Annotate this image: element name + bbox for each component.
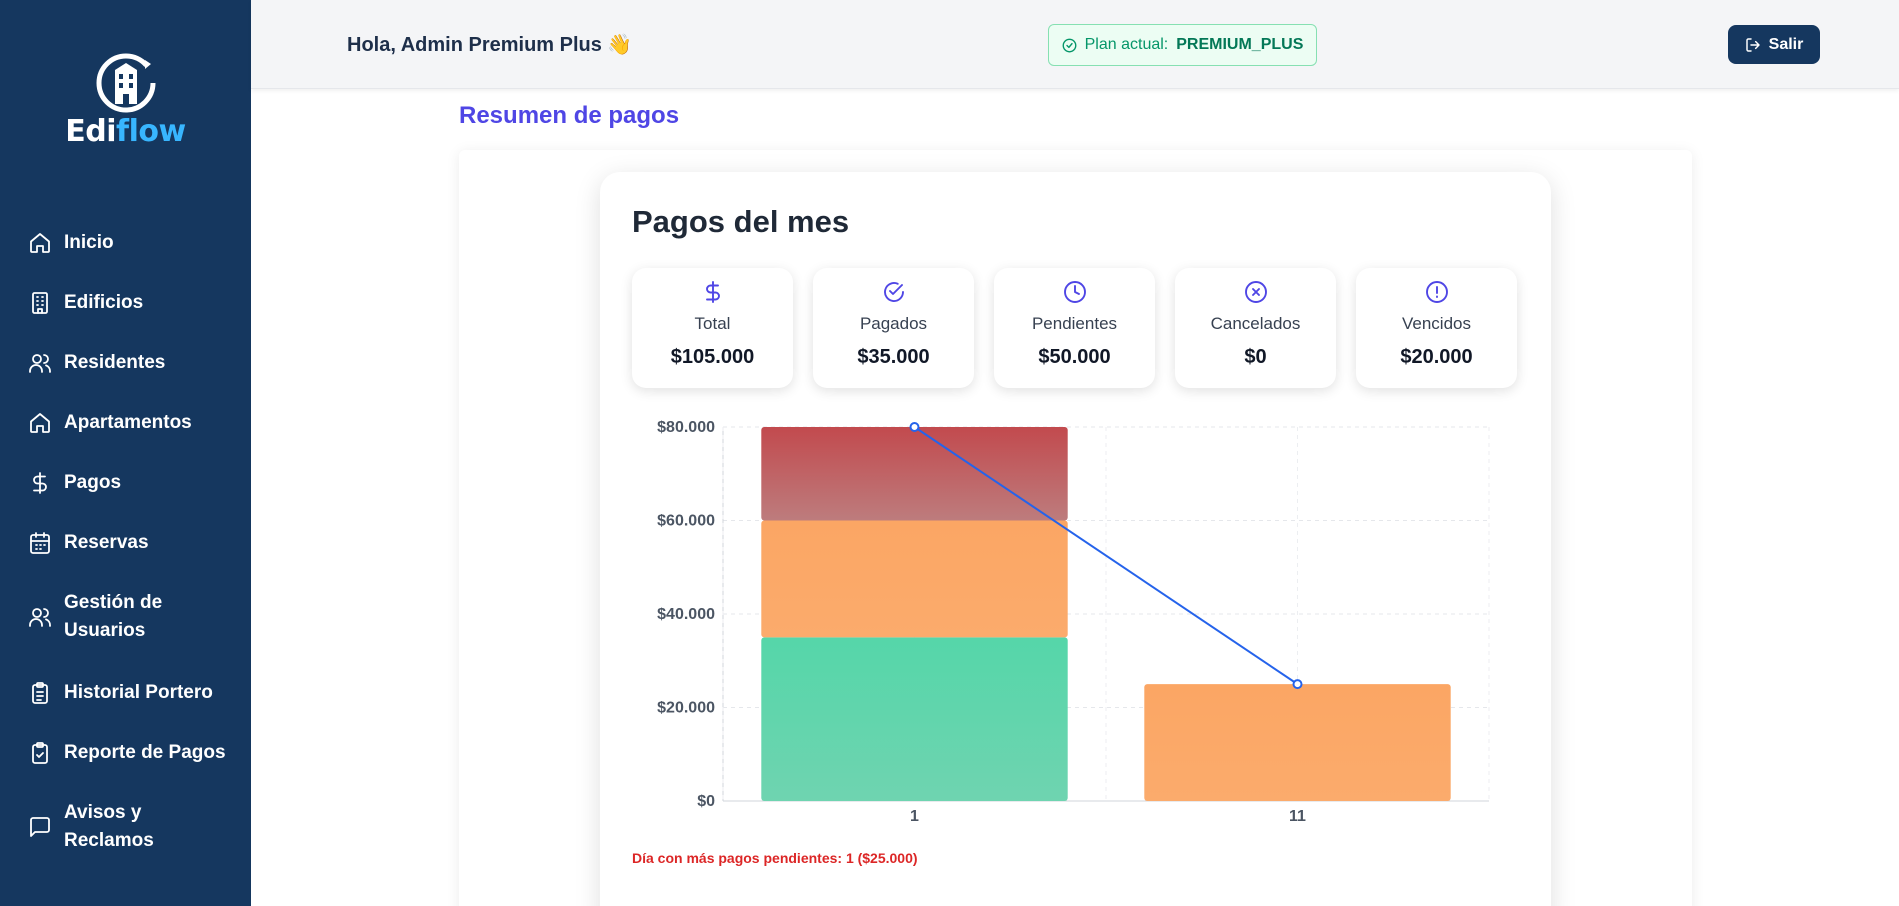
sidebar-item-reporte-pagos[interactable]: Reporte de Pagos: [28, 739, 226, 767]
logo[interactable]: Ediflow: [0, 50, 251, 149]
home-icon: [30, 233, 50, 253]
stat-card-cancelados: Cancelados $0: [1175, 268, 1336, 388]
plan-label: Plan actual:: [1084, 36, 1169, 53]
building-logo-icon: [96, 53, 155, 113]
sidebar-item-label: Pagos: [64, 472, 122, 493]
sidebar-item-label: Apartamentos: [64, 412, 192, 433]
sidebar-item-label: Edificios: [64, 292, 144, 313]
top-header: Hola, Admin Premium Plus 👋 Plan actual: P…: [251, 0, 1899, 89]
greeting-text: Hola, Admin Premium Plus 👋: [347, 34, 633, 56]
sidebar-item-label: Reservas: [64, 532, 149, 553]
bar-segment-overdue[interactable]: [761, 427, 1068, 521]
payments-chart: $0$20.000$40.000$60.000$80.0001 11: [657, 419, 1490, 825]
stat-label: Pendientes: [1031, 314, 1118, 333]
sidebar-item-reservas[interactable]: Reservas: [28, 529, 149, 557]
sidebar-item-label: Avisos y Reclamos: [64, 802, 154, 851]
stat-label: Vencidos: [1402, 314, 1471, 333]
stat-value: $50.000: [1038, 346, 1111, 368]
line-series-point[interactable]: [909, 422, 920, 432]
sidebar-item-label: Historial Portero: [64, 682, 213, 703]
check-circle-icon: [884, 282, 904, 302]
sidebar-item-label: Residentes: [64, 352, 166, 373]
logout-button[interactable]: Salir: [1728, 25, 1820, 64]
message-icon: [30, 817, 50, 837]
users-icon: [29, 608, 51, 627]
sidebar-item-inicio[interactable]: Inicio: [28, 229, 114, 257]
clipboard-check-icon: [32, 742, 48, 764]
x-circle-icon: [1245, 281, 1267, 303]
logo-wordmark: Ediflow: [0, 114, 251, 149]
logout-label: Salir: [1768, 35, 1804, 53]
stat-label: Cancelados: [1210, 314, 1301, 333]
bar-segment-pending[interactable]: [761, 520, 1068, 638]
sidebar-item-pagos[interactable]: Pagos: [28, 469, 121, 497]
stat-card-vencidos: Vencidos $20.000: [1356, 268, 1517, 388]
users-icon: [29, 354, 51, 373]
clipboard-icon: [32, 682, 48, 704]
y-tick-label: $20.000: [657, 700, 715, 717]
bar-segment-pending[interactable]: [1144, 684, 1451, 801]
sidebar-item-apartamentos[interactable]: Apartamentos: [28, 409, 192, 437]
home-icon: [30, 413, 50, 433]
logout-icon: [1745, 37, 1760, 52]
card-title: Pagos del mes: [632, 204, 850, 239]
sidebar-item-avisos-reclamos[interactable]: Avisos y Reclamos: [28, 799, 174, 855]
line-series-point[interactable]: [1292, 679, 1303, 690]
stat-value: $0: [1244, 346, 1267, 368]
stat-label: Pagados: [859, 314, 928, 333]
sidebar: Ediflow Inicio Edificios Residentes Apar…: [0, 0, 251, 906]
x-tick-label: 1: [910, 808, 919, 825]
x-tick-label: 11: [1289, 808, 1306, 825]
stat-value: $20.000: [1400, 346, 1473, 368]
sidebar-item-label: Inicio: [64, 232, 114, 253]
logo-text-primary: Edi: [65, 114, 117, 149]
pending-note: Día con más pagos pendientes: 1 ($25.000…: [632, 850, 918, 866]
plan-badge: Plan actual: PREMIUM_PLUS: [1048, 24, 1317, 66]
sidebar-item-label: Reporte de Pagos: [64, 742, 226, 763]
stat-value: $35.000: [857, 346, 930, 368]
dollar-icon: [33, 472, 47, 494]
dollar-icon: [706, 281, 720, 303]
plan-value: PREMIUM_PLUS: [1176, 36, 1304, 53]
calendar-icon: [30, 532, 50, 554]
y-tick-label: $80.000: [657, 419, 715, 436]
sidebar-item-historial-portero[interactable]: Historial Portero: [28, 679, 213, 707]
stat-value: $105.000: [670, 346, 755, 368]
y-tick-label: $40.000: [657, 606, 715, 623]
section-title: Resumen de pagos: [459, 102, 680, 129]
y-tick-label: $60.000: [657, 513, 715, 530]
stat-card-pagados: Pagados $35.000: [813, 268, 974, 388]
bar-segment-paid[interactable]: [761, 637, 1068, 801]
check-circle-icon: [1062, 38, 1077, 52]
alert-circle-icon: [1426, 281, 1448, 303]
sidebar-item-gestion-usuarios[interactable]: Gestión de Usuarios: [28, 589, 184, 645]
building-icon: [32, 292, 48, 314]
sidebar-item-edificios[interactable]: Edificios: [28, 289, 143, 317]
sidebar-item-residentes[interactable]: Residentes: [28, 349, 165, 377]
stat-label: Total: [694, 314, 731, 333]
clock-icon: [1064, 281, 1086, 303]
stat-card-total: Total $105.000: [632, 268, 793, 388]
stat-card-pendientes: Pendientes $50.000: [994, 268, 1155, 388]
y-tick-label: $0: [697, 793, 715, 810]
logo-text-accent: flow: [116, 114, 186, 149]
sidebar-item-label: Gestión de Usuarios: [64, 592, 163, 641]
